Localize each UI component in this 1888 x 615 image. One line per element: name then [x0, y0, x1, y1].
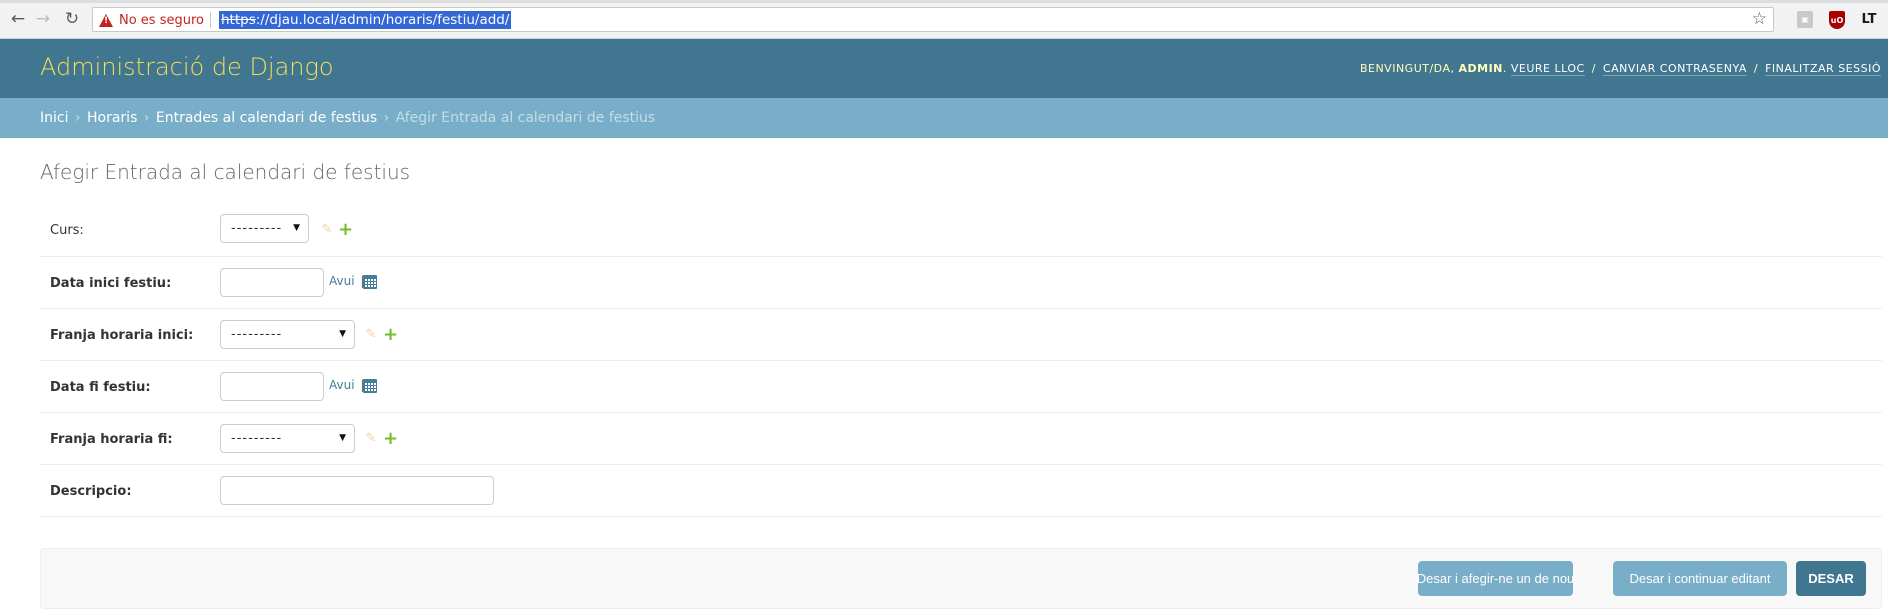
add-plus-icon[interactable]: + — [383, 430, 398, 448]
franja-inici-label: Franja horaria inici: — [50, 328, 194, 343]
page-title: Afegir Entrada al calendari de festius — [40, 160, 411, 184]
chevron-down-icon: ▼ — [339, 433, 346, 443]
curs-select[interactable]: --------- ▼ — [220, 214, 309, 243]
add-plus-icon[interactable]: + — [338, 221, 353, 239]
form-row-data-fi: Data fi festiu: Avui | — [40, 361, 1882, 413]
logout-link[interactable]: Finalitzar sessió — [1765, 62, 1881, 76]
form-row-franja-fi: Franja horaria fi: --------- ▼ ✎ + — [40, 413, 1882, 465]
site-branding[interactable]: Administració de Django — [40, 53, 334, 81]
breadcrumb-home[interactable]: Inici — [40, 110, 68, 126]
url-scheme: https — [221, 12, 256, 28]
breadcrumb-arrow: › — [383, 110, 390, 126]
descripcio-input[interactable] — [220, 476, 494, 505]
data-fi-input[interactable] — [220, 372, 324, 401]
welcome-text: Benvingut/da, — [1359, 62, 1455, 75]
data-fi-label: Data fi festiu: — [50, 380, 151, 395]
security-text: No es seguro — [119, 12, 204, 28]
add-plus-icon[interactable]: + — [383, 326, 398, 344]
bookmark-star-icon[interactable]: ☆ — [1752, 9, 1767, 29]
form-row-data-inici: Data inici festiu: Avui | — [40, 257, 1882, 309]
edit-pencil-icon[interactable]: ✎ — [364, 328, 378, 342]
view-site-link[interactable]: Veure lloc — [1510, 62, 1585, 76]
warning-icon — [99, 13, 113, 27]
extension-icon[interactable]: ▣ — [1797, 11, 1813, 28]
breadcrumb-model[interactable]: Entrades al calendari de festius — [156, 110, 377, 126]
chevron-down-icon: ▼ — [293, 223, 300, 233]
breadcrumb: Inici › Horaris › Entrades al calendari … — [0, 98, 1888, 138]
today-link[interactable]: Avui — [329, 378, 355, 392]
breadcrumb-arrow: › — [74, 110, 81, 126]
save-and-add-another-button[interactable]: Desar i afegir-ne un de nou — [1417, 561, 1574, 596]
form-row-descripcio: Descripcio: — [40, 465, 1882, 517]
franja-fi-select[interactable]: --------- ▼ — [220, 424, 355, 453]
franja-inici-select[interactable]: --------- ▼ — [220, 320, 355, 349]
tab-strip — [0, 0, 1888, 3]
curs-label: Curs: — [50, 223, 84, 238]
today-shortcut: Avui | — [329, 378, 364, 392]
forward-icon[interactable]: → — [33, 9, 53, 29]
chevron-down-icon: ▼ — [339, 329, 346, 339]
address-divider — [210, 12, 211, 28]
calendar-icon[interactable] — [363, 275, 377, 289]
browser-toolbar: ← → ↻ No es seguro https://djau.local/ad… — [0, 0, 1888, 39]
descripcio-label: Descripcio: — [50, 484, 132, 499]
franja-fi-label: Franja horaria fi: — [50, 432, 173, 447]
save-button[interactable]: DESAR — [1796, 561, 1866, 596]
security-indicator[interactable]: No es seguro — [99, 12, 204, 28]
change-password-link[interactable]: Canviar contrasenya — [1602, 62, 1747, 76]
franja-fi-selected-value: --------- — [231, 431, 283, 446]
separator: / — [1753, 62, 1759, 75]
url-path: ://djau.local/admin/horaris/festiu/add/ — [255, 12, 510, 28]
username: admin — [1458, 62, 1503, 75]
today-shortcut: Avui | — [329, 274, 364, 288]
user-tools: Benvingut/da, admin. Veure lloc / Canvia… — [1359, 62, 1881, 76]
breadcrumb-arrow: › — [143, 110, 150, 126]
curs-selected-value: --------- — [231, 221, 283, 236]
reload-icon[interactable]: ↻ — [62, 9, 82, 29]
save-and-continue-button[interactable]: Desar i continuar editant — [1613, 561, 1787, 596]
form-row-curs: Curs: --------- ▼ ✎ + — [40, 205, 1882, 257]
separator: / — [1591, 62, 1596, 75]
form-row-franja-inici: Franja horaria inici: --------- ▼ ✎ + — [40, 309, 1882, 361]
data-inici-input[interactable] — [220, 268, 324, 297]
franja-inici-selected-value: --------- — [231, 327, 283, 342]
admin-header: Administració de Django Benvingut/da, ad… — [0, 39, 1888, 98]
url-text[interactable]: https://djau.local/admin/horaris/festiu/… — [219, 11, 512, 29]
edit-pencil-icon[interactable]: ✎ — [364, 432, 378, 446]
today-link[interactable]: Avui — [329, 274, 355, 288]
ublock-icon[interactable]: uO — [1829, 11, 1845, 29]
breadcrumb-current: Afegir Entrada al calendari de festius — [395, 110, 656, 126]
back-icon[interactable]: ← — [8, 9, 28, 29]
address-bar[interactable]: No es seguro https://djau.local/admin/ho… — [92, 7, 1774, 32]
calendar-icon[interactable] — [363, 379, 377, 393]
languagetool-icon[interactable]: LT — [1860, 11, 1878, 28]
data-inici-label: Data inici festiu: — [50, 276, 172, 291]
submit-row: Desar i afegir-ne un de nou Desar i cont… — [40, 548, 1882, 609]
breadcrumb-app[interactable]: Horaris — [87, 110, 137, 126]
edit-pencil-icon[interactable]: ✎ — [320, 223, 334, 237]
